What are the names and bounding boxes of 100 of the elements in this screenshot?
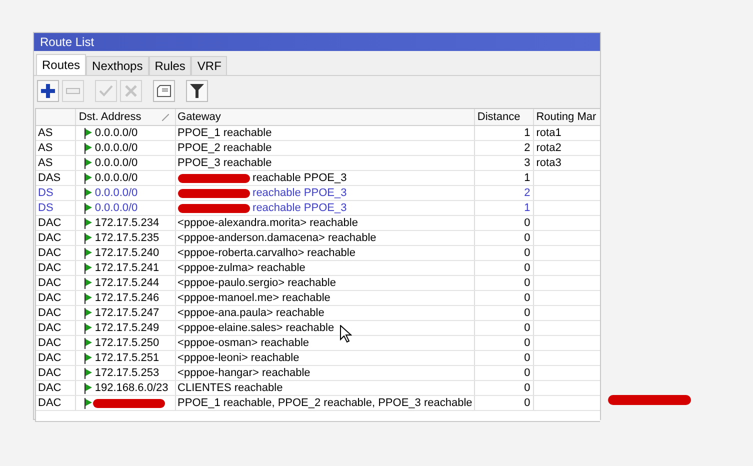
flag-icon <box>84 172 92 184</box>
table-cell: AS <box>38 156 53 170</box>
table-cell: rota1 <box>536 126 562 140</box>
flag-icon <box>84 188 92 198</box>
table-cell: DAS <box>38 171 61 185</box>
table-cell: 0 <box>524 216 530 230</box>
table-cell: <pppoe-zulma> reachable <box>178 261 306 275</box>
column-header[interactable]: Distance <box>477 110 520 124</box>
table-cell: reachable PPOE_3 <box>252 171 347 185</box>
table-cell: DAC <box>38 306 62 320</box>
table-cell: 0 <box>524 306 530 320</box>
table-cell: 1 <box>524 201 530 215</box>
flag-icon <box>84 368 92 378</box>
table-cell: 172.17.5.250 <box>94 336 160 350</box>
table-cell: <pppoe-paulo.sergio> reachable <box>178 276 336 290</box>
tab[interactable]: Rules <box>148 56 192 75</box>
flag-icon <box>84 142 92 154</box>
filter-button[interactable] <box>186 80 208 102</box>
table-cell: DAC <box>38 261 62 275</box>
column-header[interactable]: Gateway <box>178 110 221 124</box>
table-cell: AS <box>38 126 53 140</box>
flag-icon <box>84 248 92 258</box>
table-cell: DAC <box>38 381 62 395</box>
table-cell: 172.17.5.244 <box>94 276 160 290</box>
table-cell: 0.0.0.0/0 <box>94 186 138 200</box>
table-cell: PPOE_1 reachable <box>178 126 272 140</box>
table-cell: 0 <box>524 366 530 380</box>
flag-icon <box>84 308 92 318</box>
flag-icon <box>84 322 92 334</box>
plus-icon <box>41 84 55 98</box>
table-cell: 1 <box>524 126 530 140</box>
add-button[interactable] <box>37 80 59 102</box>
table-cell: 0.0.0.0/0 <box>94 201 138 215</box>
table-cell: rota2 <box>536 141 562 155</box>
flag-icon <box>84 158 92 168</box>
table-cell: <pppoe-roberta.carvalho> reachable <box>178 246 356 260</box>
table-cell: reachable PPOE_3 <box>252 186 347 200</box>
flag-icon <box>84 128 92 138</box>
table-cell: <pppoe-hangar> reachable <box>178 366 310 380</box>
flag-icon <box>84 218 92 228</box>
table-cell: 0 <box>524 276 530 290</box>
table-cell: 3 <box>524 156 530 170</box>
table-cell: DS <box>38 186 54 200</box>
table-cell: 0 <box>524 261 530 275</box>
table-cell: 172.17.5.235 <box>94 231 160 245</box>
table-cell: 172.17.5.246 <box>94 291 160 305</box>
table-cell: 2 <box>524 186 530 200</box>
table-cell: 172.17.5.234 <box>94 216 160 230</box>
table-cell: 172.17.5.249 <box>94 321 160 335</box>
table-cell: 172.17.5.241 <box>94 261 160 275</box>
table-cell: PPOE_3 reachable <box>178 156 272 170</box>
table-cell: DAC <box>38 396 62 410</box>
table-cell: 0 <box>524 396 530 410</box>
flag-icon <box>84 382 92 394</box>
table-cell: 172.17.5.253 <box>94 366 160 380</box>
table-cell: rota3 <box>536 156 562 170</box>
comment-button[interactable] <box>153 80 175 102</box>
table-cell: <pppoe-ana.paula> reachable <box>178 306 324 320</box>
table-cell: 0.0.0.0/0 <box>94 171 138 185</box>
table-cell: DAC <box>38 246 62 260</box>
table-cell: DAC <box>38 351 62 365</box>
flag-icon <box>84 232 92 244</box>
table-cell: 0 <box>524 351 530 365</box>
flag-icon <box>84 398 92 408</box>
check-icon <box>99 85 113 97</box>
table-cell: 1 <box>524 171 530 185</box>
minus-icon <box>66 88 80 94</box>
filter-icon <box>190 84 204 98</box>
mouse-pointer-icon <box>340 325 352 343</box>
table-cell: 0 <box>524 321 530 335</box>
flag-icon <box>84 292 92 304</box>
table-cell: PPOE_1 reachable, PPOE_2 reachable, PPOE_3 reachable <box>178 396 472 410</box>
table-cell: <pppoe-alexandra.morita> reachable <box>178 216 358 230</box>
table-cell: DAC <box>38 321 62 335</box>
table-cell: <pppoe-elaine.sales> reachable <box>178 321 334 335</box>
column-header[interactable]: Dst. Address <box>78 110 142 124</box>
tab[interactable]: VRF <box>191 56 228 75</box>
table-cell: 0.0.0.0/0 <box>94 141 138 155</box>
flag-icon <box>84 262 92 274</box>
column-header[interactable]: Routing Mar <box>536 110 596 124</box>
table-cell: 0 <box>524 336 530 350</box>
tab[interactable]: Routes <box>36 54 86 75</box>
table-cell: DAC <box>38 366 62 380</box>
flag-icon <box>84 338 92 348</box>
table-cell: DAC <box>38 231 62 245</box>
table-cell: DAC <box>38 216 62 230</box>
table-cell: 172.17.5.247 <box>94 306 160 320</box>
flag-icon <box>84 278 92 288</box>
table-cell: DAC <box>38 336 62 350</box>
table-cell: DS <box>38 201 54 215</box>
table-cell: AS <box>38 141 53 155</box>
table-cell: <pppoe-anderson.damacena> reachable <box>178 231 376 245</box>
table-cell: <pppoe-leoni> reachable <box>178 351 300 365</box>
table-cell: DAC <box>38 276 62 290</box>
table-cell: 0 <box>524 246 530 260</box>
tab[interactable]: Nexthops <box>86 56 149 75</box>
flag-icon <box>84 202 92 214</box>
cross-icon <box>125 85 137 97</box>
table-cell: 0 <box>524 231 530 245</box>
table-cell: 0 <box>524 381 530 395</box>
